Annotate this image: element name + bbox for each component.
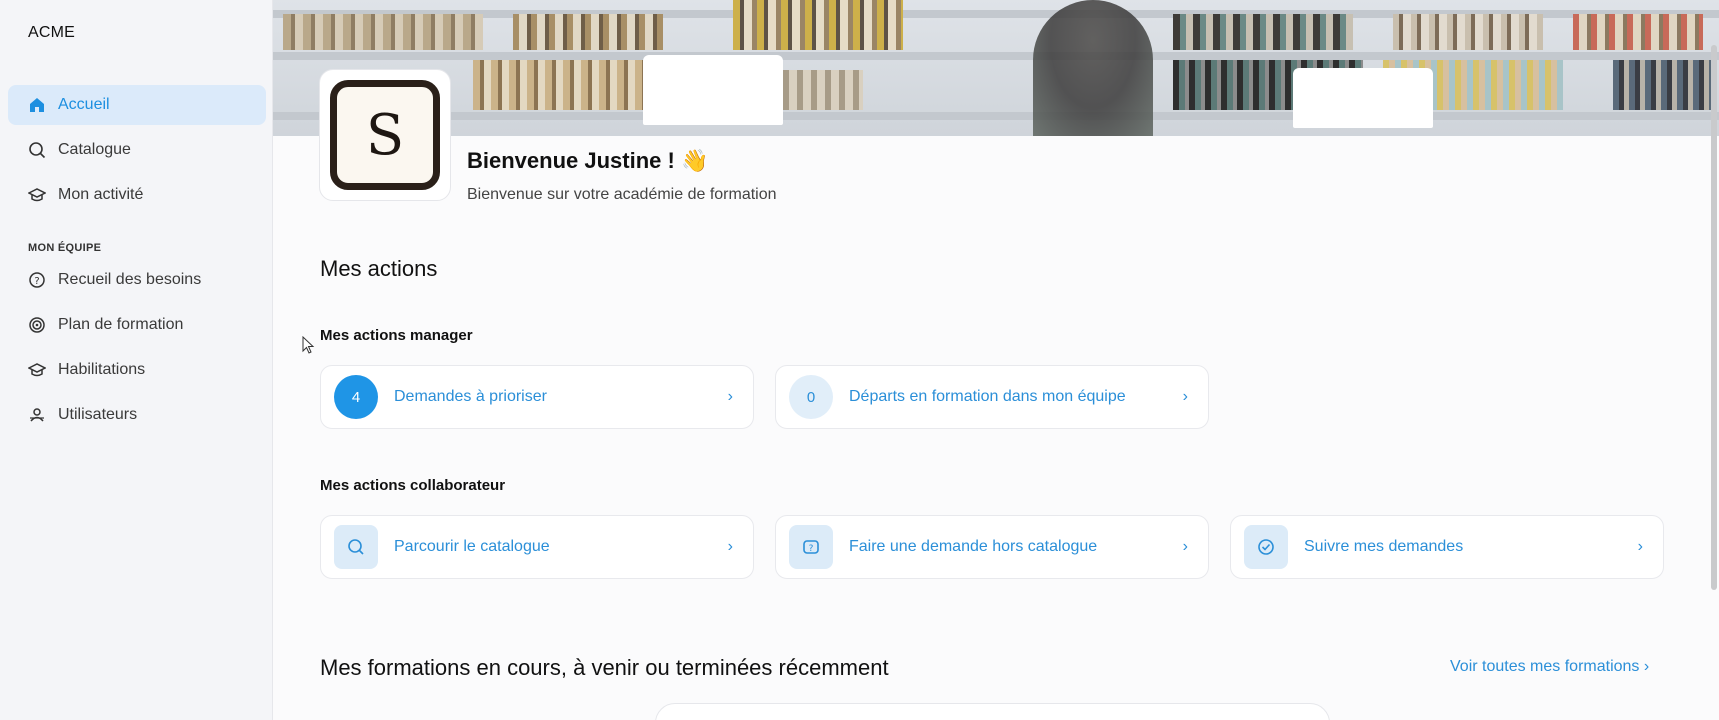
home-icon — [28, 96, 46, 114]
departs-en-formation-card[interactable]: 0 Départs en formation dans mon équipe › — [775, 365, 1209, 429]
sidebar-item-habilitations[interactable]: Habilitations — [8, 350, 266, 390]
check-circle-icon — [1244, 525, 1288, 569]
question-circle-icon: ? — [28, 271, 46, 289]
sidebar-item-mon-activite[interactable]: Mon activité — [8, 175, 266, 215]
sidebar-item-utilisateurs[interactable]: Utilisateurs — [8, 395, 266, 435]
svg-text:?: ? — [809, 544, 814, 554]
search-icon — [334, 525, 378, 569]
demande-hors-catalogue-card[interactable]: ? Faire une demande hors catalogue › — [775, 515, 1209, 579]
question-badge-icon: ? — [789, 525, 833, 569]
actions-title: Mes actions — [320, 256, 438, 281]
graduation-cap-icon — [28, 186, 46, 204]
target-icon — [28, 316, 46, 334]
scrollbar[interactable] — [1711, 45, 1717, 590]
chevron-right-icon: › — [1643, 658, 1650, 675]
sidebar-item-label: Mon activité — [58, 186, 144, 203]
sidebar-item-catalogue[interactable]: Catalogue — [8, 130, 266, 170]
see-all-trainings-link[interactable]: Voir toutes mes formations › — [1450, 658, 1649, 676]
sidebar-item-label: Habilitations — [58, 361, 146, 378]
card-label: Départs en formation dans mon équipe — [849, 388, 1126, 405]
card-label: Faire une demande hors catalogue — [849, 538, 1098, 555]
count-badge: 0 — [789, 375, 833, 419]
see-all-label: Voir toutes mes formations — [1450, 658, 1640, 675]
sidebar-item-label: Utilisateurs — [58, 406, 138, 423]
collaborator-actions-title: Mes actions collaborateur — [320, 477, 506, 494]
header-banner-image — [273, 0, 1719, 136]
logo-letter: S — [330, 80, 440, 190]
sidebar-item-label: Recueil des besoins — [58, 271, 202, 288]
sidebar-item-recueil-des-besoins[interactable]: ? Recueil des besoins — [8, 260, 266, 300]
count-badge: 4 — [334, 375, 378, 419]
chevron-right-icon: › — [727, 388, 733, 405]
svg-text:?: ? — [34, 276, 39, 287]
card-label: Suivre mes demandes — [1304, 538, 1464, 555]
sidebar-item-label: Catalogue — [58, 141, 131, 158]
chevron-right-icon: › — [1182, 538, 1188, 555]
welcome-title: Bienvenue Justine ! 👋 — [467, 148, 709, 173]
parcourir-catalogue-card[interactable]: Parcourir le catalogue › — [320, 515, 754, 579]
sidebar: ACME Accueil Catalogue Mon activité MON … — [0, 0, 273, 720]
chevron-right-icon: › — [727, 538, 733, 555]
manager-actions-title: Mes actions manager — [320, 327, 473, 344]
chevron-right-icon: › — [1182, 388, 1188, 405]
trainings-title: Mes formations en cours, à venir ou term… — [320, 655, 889, 680]
academy-logo: S — [319, 69, 451, 201]
chevron-right-icon: › — [1637, 538, 1643, 555]
graduation-cap-icon — [28, 361, 46, 379]
sidebar-item-label: Plan de formation — [58, 316, 184, 333]
mouse-cursor-icon — [302, 336, 315, 354]
team-section-label: MON ÉQUIPE — [28, 242, 102, 254]
training-card[interactable] — [655, 703, 1330, 720]
sidebar-item-accueil[interactable]: Accueil — [8, 85, 266, 125]
demandes-a-prioriser-card[interactable]: 4 Demandes à prioriser › — [320, 365, 754, 429]
card-label: Parcourir le catalogue — [394, 538, 550, 555]
sidebar-item-plan-de-formation[interactable]: Plan de formation — [8, 305, 266, 345]
search-icon — [28, 141, 46, 159]
suivre-mes-demandes-card[interactable]: Suivre mes demandes › — [1230, 515, 1664, 579]
card-label: Demandes à prioriser — [394, 388, 547, 405]
users-icon — [28, 406, 46, 424]
welcome-subtitle: Bienvenue sur votre académie de formatio… — [467, 186, 777, 203]
sidebar-item-label: Accueil — [58, 96, 110, 113]
brand-logo[interactable]: ACME — [28, 24, 75, 42]
